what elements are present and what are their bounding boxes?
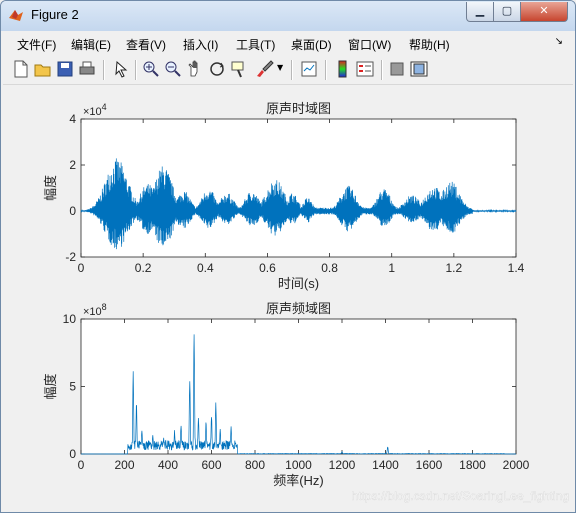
- menu-insert[interactable]: 插入(I): [183, 36, 218, 53]
- x-tick-label: 400: [158, 458, 178, 472]
- menu-edit[interactable]: 编辑(E): [71, 36, 111, 53]
- data-cursor-icon[interactable]: [229, 59, 249, 79]
- rotate-3d-icon[interactable]: [207, 59, 227, 79]
- y-tick-label: 0: [69, 447, 76, 461]
- x-tick-label: 1600: [416, 458, 443, 472]
- x-tick-label: 0.8: [321, 261, 338, 275]
- show-plot-tools-icon[interactable]: [409, 59, 429, 79]
- x-tick-label: 200: [114, 458, 134, 472]
- link-plot-icon[interactable]: [299, 59, 319, 79]
- y-tick-label: 0: [69, 204, 76, 218]
- brush-dropdown-arrow-icon[interactable]: ▼: [277, 63, 283, 72]
- x-tick-label: 1.4: [508, 261, 525, 275]
- x-axis-label: 时间(s): [278, 276, 319, 291]
- zoom-in-icon[interactable]: [141, 59, 161, 79]
- figure-window: Figure 2 ▁ ▢ ✕ 文件(F) 编辑(E) 查看(V) 插入(I) 工…: [0, 0, 576, 513]
- x-axis-label: 频率(Hz): [273, 473, 324, 488]
- y-exponent-label: ×104: [83, 102, 107, 118]
- hide-plot-tools-icon[interactable]: [387, 59, 407, 79]
- pointer-icon[interactable]: [111, 59, 131, 79]
- x-tick-label: 1: [388, 261, 395, 275]
- x-tick-label: 2000: [503, 458, 530, 472]
- colorbar-icon[interactable]: [333, 59, 353, 79]
- toolbar-separator: [103, 60, 105, 80]
- x-tick-label: 800: [245, 458, 265, 472]
- menu-help[interactable]: 帮助(H): [409, 36, 450, 53]
- y-tick-label: 5: [69, 380, 76, 394]
- chart-title: 原声时域图: [266, 101, 331, 116]
- toolbar-separator: [325, 60, 327, 80]
- close-icon: ✕: [539, 4, 549, 17]
- zoom-out-icon[interactable]: [163, 59, 183, 79]
- brush-icon[interactable]: [255, 59, 275, 79]
- x-tick-label: 0: [78, 458, 85, 472]
- print-icon[interactable]: [77, 59, 97, 79]
- y-axis-label: 幅度: [43, 373, 58, 399]
- dock-arrow-icon[interactable]: ↘: [555, 36, 563, 47]
- maximize-button[interactable]: ▢: [493, 2, 521, 22]
- x-tick-label: 0.6: [259, 261, 276, 275]
- menu-window[interactable]: 窗口(W): [348, 36, 391, 53]
- open-file-icon[interactable]: [33, 59, 53, 79]
- watermark-text: https://blog.csdn.net/SoaringLee_fightin…: [352, 489, 570, 503]
- x-tick-label: 0: [78, 261, 85, 275]
- figure-canvas: 0 0.2 0.4 0.6 0.8 1 1.2 1.4 -2 0 2 4 ×104 原声时域图 时间(s) 幅…: [3, 86, 573, 510]
- y-axis-label: 幅度: [43, 175, 58, 201]
- window-title: Figure 2: [31, 7, 79, 22]
- x-tick-label: 1.2: [446, 261, 463, 275]
- minimize-icon: ▁: [475, 4, 485, 17]
- y-tick-label: 4: [69, 112, 76, 126]
- x-tick-label: 0.2: [135, 261, 152, 275]
- title-bar[interactable]: Figure 2 ▁ ▢ ✕: [1, 1, 575, 31]
- toolbar: ▼: [3, 56, 573, 85]
- x-tick-label: 1800: [459, 458, 486, 472]
- menu-view[interactable]: 查看(V): [126, 36, 166, 53]
- x-tick-label: 600: [201, 458, 221, 472]
- menu-desktop[interactable]: 桌面(D): [291, 36, 332, 53]
- y-tick-label: -2: [65, 250, 76, 264]
- toolbar-separator: [291, 60, 293, 80]
- maximize-icon: ▢: [501, 4, 513, 17]
- close-button[interactable]: ✕: [520, 2, 568, 22]
- plots-svg: 0 0.2 0.4 0.6 0.8 1 1.2 1.4-2024 ×104 原声时域图时间(s)幅…: [43, 101, 570, 503]
- new-figure-icon[interactable]: [11, 59, 31, 79]
- legend-icon[interactable]: [355, 59, 375, 79]
- x-tick-label: 0.4: [197, 261, 214, 275]
- toolbar-separator: [381, 60, 383, 80]
- toolbar-separator: [135, 60, 137, 80]
- y-exponent-label: ×108: [83, 302, 107, 318]
- y-tick-label: 2: [69, 158, 76, 172]
- plot-area: [80, 118, 517, 258]
- plot-area: [80, 318, 517, 455]
- matlab-logo-icon: [9, 10, 23, 21]
- save-icon[interactable]: [55, 59, 75, 79]
- minimize-button[interactable]: ▁: [466, 2, 494, 22]
- x-tick-label: 1400: [372, 458, 399, 472]
- chart-title: 原声频域图: [266, 301, 331, 316]
- menu-bar: 文件(F) 编辑(E) 查看(V) 插入(I) 工具(T) 桌面(D) 窗口(W…: [3, 32, 573, 54]
- menu-file[interactable]: 文件(F): [17, 36, 56, 53]
- y-tick-label: 10: [63, 312, 77, 326]
- x-tick-label: 1000: [285, 458, 312, 472]
- menu-tools[interactable]: 工具(T): [236, 36, 275, 53]
- pan-icon[interactable]: [185, 59, 205, 79]
- x-tick-label: 1200: [329, 458, 356, 472]
